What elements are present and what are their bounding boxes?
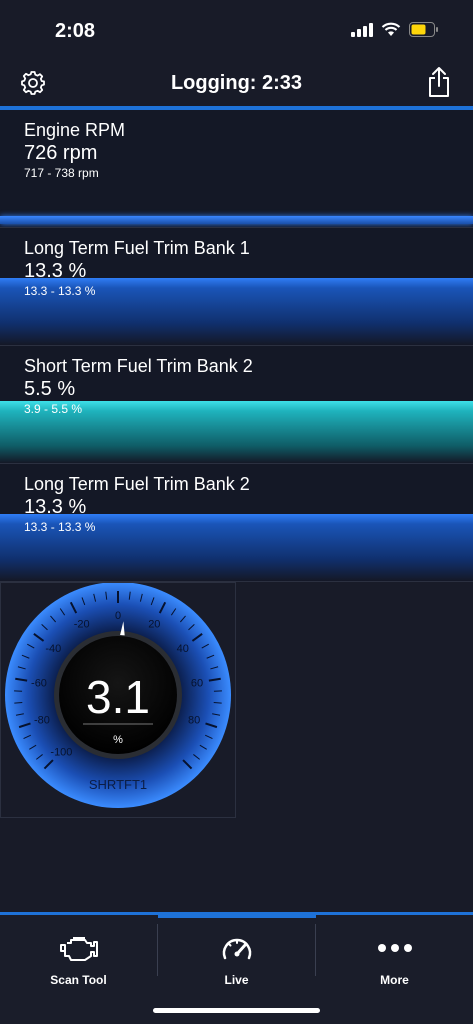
tile-range: 13.3 - 13.3 % [24, 284, 96, 298]
gauge-unit: % [113, 734, 123, 746]
home-indicator [153, 1008, 320, 1013]
ellipsis-icon [375, 934, 415, 967]
gauge-tick-label: 0 [115, 610, 121, 622]
share-icon[interactable] [427, 66, 451, 103]
gauge-tile-shrtft1[interactable]: -100 -80 -60 -40 -20 0 20 40 60 80 3.1 % SHRTFT1 [0, 582, 236, 818]
gauge-tick-label: -100 [50, 747, 72, 759]
gauge-name: SHRTFT1 [89, 777, 147, 792]
tile-value: 726 rpm [24, 142, 98, 164]
status-time: 2:08 [55, 20, 96, 42]
tile-long-term-fuel-trim-bank-2[interactable]: Long Term Fuel Trim Bank 2 13.3 % 13.3 -… [0, 464, 473, 582]
gauge-tick [14, 702, 23, 704]
tile-range: 13.3 - 13.3 % [24, 520, 96, 534]
nav-live[interactable]: Live [158, 918, 315, 998]
gauge-tick-label: 80 [188, 715, 200, 727]
nav-scan-tool[interactable]: Scan Tool [0, 918, 157, 998]
speedometer-icon [220, 934, 254, 967]
gauge-tick-label: -60 [31, 677, 47, 689]
wifi-icon [381, 22, 401, 36]
gauge-dial: -100 -80 -60 -40 -20 0 20 40 60 80 3.1 % SHRTFT1 [5, 583, 231, 808]
tile-value: 5.5 % [24, 378, 76, 400]
tile-value: 13.3 % [24, 260, 87, 282]
tile-label: Engine RPM [24, 120, 126, 140]
status-icons [351, 22, 439, 37]
nav-label: More [380, 973, 409, 987]
gauge-tick-label: 60 [191, 677, 203, 689]
tile-label: Long Term Fuel Trim Bank 1 [24, 238, 250, 258]
gauge-tick-label: 20 [148, 619, 160, 631]
gauge-tick-label: -80 [34, 715, 50, 727]
logging-title: Logging: 2:33 [170, 72, 303, 94]
tile-range: 3.9 - 5.5 % [24, 402, 83, 416]
app-header: Logging: 2:33 [0, 60, 473, 106]
tile-label: Long Term Fuel Trim Bank 2 [24, 474, 250, 494]
signal-icon [351, 22, 373, 37]
gauge-tick [213, 702, 222, 704]
engine-icon [59, 934, 99, 967]
gauge-value: 3.1 [86, 671, 150, 723]
nav-label: Live [224, 973, 249, 987]
nav-more[interactable]: More [316, 918, 473, 998]
level-bar [0, 216, 473, 224]
tile-label: Short Term Fuel Trim Bank 2 [24, 356, 253, 376]
gauge-tick-label: 40 [177, 643, 189, 655]
gauge-tick-label: -40 [45, 643, 61, 655]
tile-short-term-fuel-trim-bank-2[interactable]: Short Term Fuel Trim Bank 2 5.5 % 3.9 - … [0, 346, 473, 464]
tile-engine-rpm[interactable]: Engine RPM 726 rpm 717 - 738 rpm [0, 110, 473, 228]
battery-icon [409, 22, 438, 37]
gauge-tick-label: -20 [74, 619, 90, 631]
nav-label: Scan Tool [50, 973, 107, 987]
tile-value: 13.3 % [24, 496, 87, 518]
tile-long-term-fuel-trim-bank-1[interactable]: Long Term Fuel Trim Bank 1 13.3 % 13.3 -… [0, 228, 473, 346]
status-bar: 2:08 [0, 0, 473, 60]
tile-range: 717 - 738 rpm [24, 166, 99, 180]
